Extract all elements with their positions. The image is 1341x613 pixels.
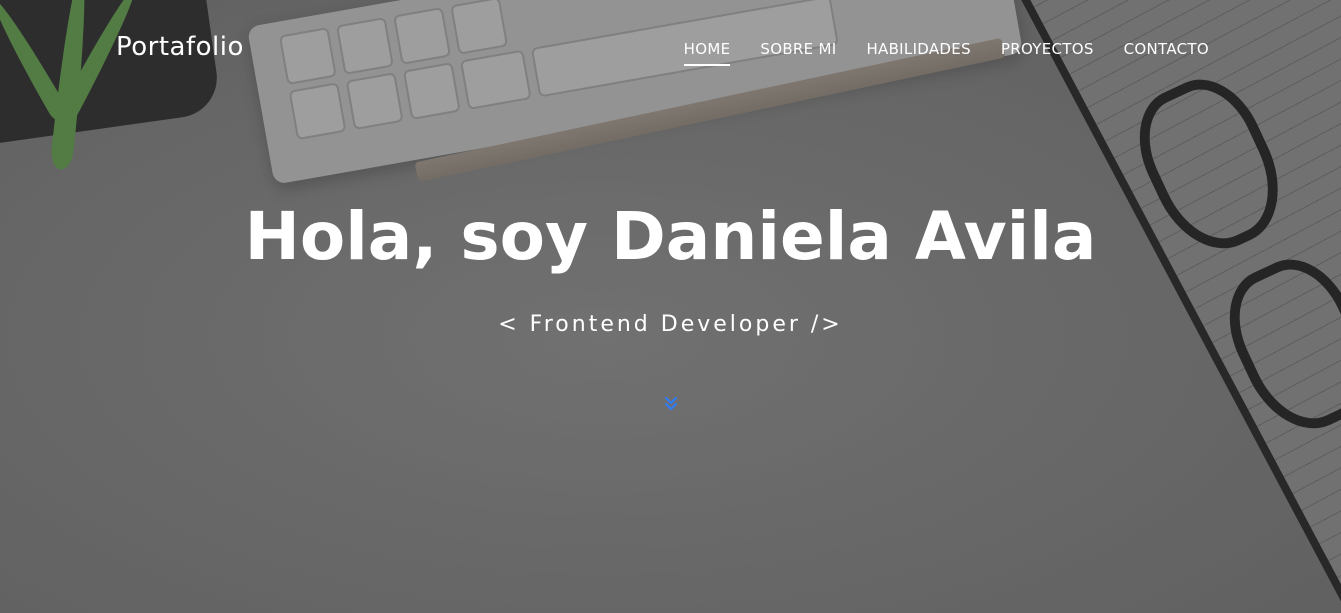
brand-logo[interactable]: Portafolio bbox=[116, 32, 244, 62]
hero-subtitle: < Frontend Developer /> bbox=[498, 312, 843, 337]
nav-item-proyectos[interactable]: PROYECTOS bbox=[1001, 40, 1094, 66]
nav-item-habilidades[interactable]: HABILIDADES bbox=[866, 40, 970, 66]
nav-item-home[interactable]: HOME bbox=[683, 40, 731, 66]
scroll-down-button[interactable] bbox=[661, 394, 681, 414]
navbar: Portafolio HOME SOBRE MI HABILIDADES PRO… bbox=[0, 0, 1341, 100]
hero-section: Portafolio HOME SOBRE MI HABILIDADES PRO… bbox=[0, 0, 1341, 613]
double-chevron-down-icon bbox=[664, 396, 678, 411]
nav-item-sobre-mi[interactable]: SOBRE MI bbox=[760, 40, 836, 66]
nav-item-contacto[interactable]: CONTACTO bbox=[1124, 40, 1209, 66]
nav-menu: HOME SOBRE MI HABILIDADES PROYECTOS CONT… bbox=[683, 40, 1209, 66]
hero-title: Hola, soy Daniela Avila bbox=[244, 198, 1097, 275]
